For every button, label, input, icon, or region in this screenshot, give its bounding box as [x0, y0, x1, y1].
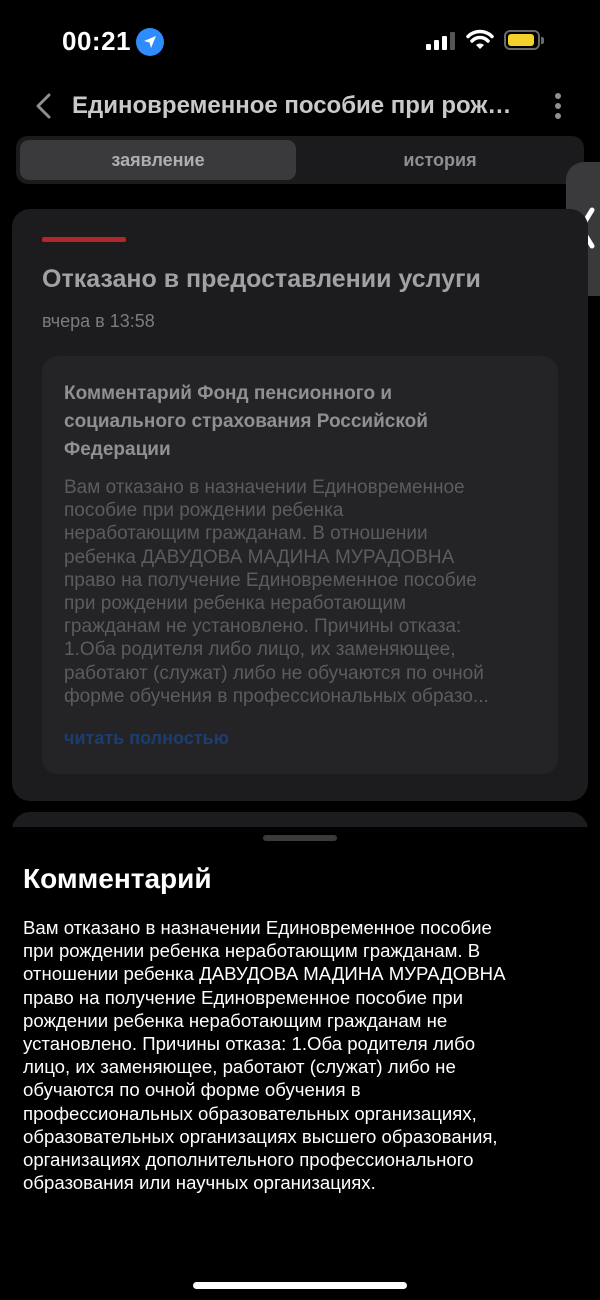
comment-line: ребенка ДАВУДОВА МАДИНА МУРАДОВНА	[64, 546, 455, 568]
cellular-signal-icon	[426, 32, 458, 50]
sheet-line: право на получение Единовременное пособи…	[23, 986, 463, 1008]
comment-preview: Вам отказано в назначении Единовременное…	[64, 476, 534, 708]
wifi-icon	[466, 29, 494, 49]
status-bar: 00:21	[0, 0, 600, 82]
page-title: Единовременное пособие при рождении ребе…	[72, 92, 522, 119]
comment-heading: Комментарий Фонд пенсионного и социально…	[64, 383, 428, 460]
sheet-comment-text: Вам отказано в назначении Единовременное…	[23, 916, 583, 1194]
comment-line: гражданам не установлено. Причины отказа…	[64, 616, 462, 638]
comment-line: неработающим гражданам. В отношении	[64, 523, 428, 545]
status-time: 00:21	[62, 26, 131, 56]
comment-line: пособие при рождении ребенка	[64, 500, 344, 522]
comment-line: 1.Оба родителя либо лицо, их заменяющее,	[64, 639, 456, 661]
sheet-line: лицо, их заменяющее, работают (служат) л…	[23, 1056, 456, 1078]
comment-line: право на получение Единовременное пособи…	[64, 569, 477, 591]
sheet-line: при рождении ребенка неработающим гражда…	[23, 940, 481, 962]
home-indicator[interactable]	[193, 1282, 407, 1289]
sheet-line: профессиональных образовательных организ…	[23, 1102, 477, 1124]
sheet-line: установлено. Причины отказа: 1.Оба родит…	[23, 1033, 476, 1055]
more-vertical-icon[interactable]	[552, 93, 564, 119]
sheet-line: Вам отказано в назначении Единовременное…	[23, 917, 492, 938]
application-status-card: Отказано в предоставлении услуги вчера в…	[12, 209, 588, 801]
comment-sheet: Комментарий Вам отказано в назначении Ед…	[0, 827, 600, 1300]
sheet-line: обучаются по очной форме обучения в	[23, 1079, 361, 1101]
status-title: Отказано в предоставлении услуги	[42, 265, 481, 293]
sheet-line: организациях дополнительного профессиона…	[23, 1149, 474, 1171]
tab-history[interactable]: история	[300, 140, 580, 180]
comment-line: работают (служат) либо не обучаются по о…	[64, 662, 484, 684]
sheet-grabber[interactable]	[263, 835, 337, 841]
location-arrow-icon	[136, 28, 164, 56]
comment-box: Комментарий Фонд пенсионного и социально…	[42, 356, 558, 774]
comment-line: Вам отказано в назначении Единовременное	[64, 477, 465, 498]
comment-line: форме обучения в профессиональных образо…	[64, 685, 489, 707]
sheet-line: образования или научных организациях.	[23, 1172, 376, 1194]
segmented-tabs: заявление история	[16, 136, 584, 184]
comment-line: при рождении ребенка неработающим	[64, 593, 407, 615]
sheet-line: рождении ребенка неработающим гражданам …	[23, 1009, 448, 1031]
read-more-link[interactable]: читать полностью	[64, 728, 229, 749]
sheet-line: отношении ребенка ДАВУДОВА МАДИНА МУРАДО…	[23, 963, 506, 985]
status-indicator-bar	[42, 237, 126, 242]
status-timestamp: вчера в 13:58	[42, 311, 155, 331]
tab-application[interactable]: заявление	[20, 140, 296, 180]
chevron-left-icon[interactable]	[32, 92, 56, 120]
battery-icon	[504, 30, 544, 50]
sheet-line: образовательных организациях высшего обр…	[23, 1125, 498, 1147]
sheet-title: Комментарий	[23, 863, 212, 894]
